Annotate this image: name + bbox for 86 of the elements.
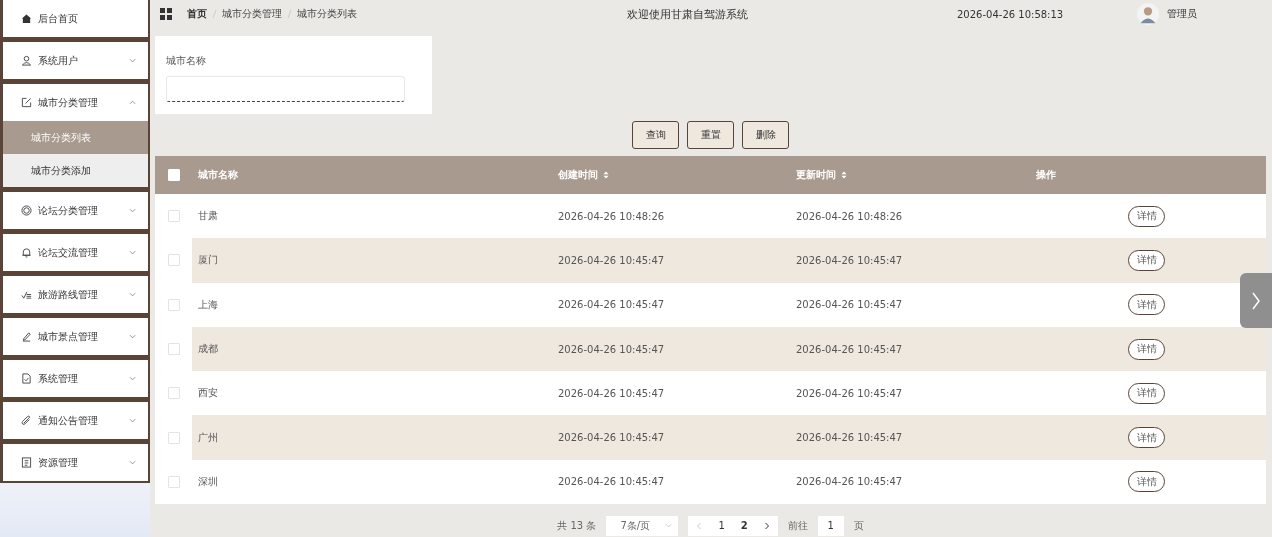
table-cell: 2026-04-26 10:45:47 — [558, 387, 665, 399]
table-cell: 上海 — [198, 297, 218, 312]
menu-item[interactable]: 旅游路线管理 — [3, 276, 148, 313]
row-checkbox[interactable] — [167, 210, 180, 223]
chevron-right-icon — [1251, 290, 1261, 311]
page-number[interactable]: 2 — [740, 520, 748, 531]
breadcrumb-item[interactable]: 首页 — [187, 7, 207, 22]
table-cell: 2026-04-26 10:45:47 — [796, 343, 903, 355]
table-cell: 成都 — [198, 342, 218, 356]
datetime: 2026-04-26 10:58:13 — [957, 8, 1065, 20]
table-cell: 2026-04-26 10:48:26 — [796, 210, 903, 222]
breadcrumb-item: 城市分类列表 — [297, 7, 357, 22]
query-button[interactable]: 查询 — [632, 120, 679, 149]
bell-icon — [21, 247, 32, 258]
next-page-icon[interactable] — [763, 521, 770, 530]
prev-page-icon[interactable] — [696, 521, 703, 530]
table-cell: 广州 — [198, 430, 218, 445]
menu-item[interactable]: 后台首页 — [3, 0, 148, 37]
row-checkbox[interactable] — [167, 298, 180, 311]
table-cell: 2026-04-26 10:45:47 — [558, 476, 665, 488]
details-button[interactable]: 详情 — [1128, 205, 1165, 227]
details-button[interactable]: 详情 — [1128, 471, 1165, 493]
edit-icon — [21, 97, 32, 108]
table-cell: 2026-04-26 10:45:47 — [558, 432, 665, 444]
table-cell: 西安 — [198, 386, 218, 401]
row-checkbox[interactable] — [167, 387, 180, 400]
table-cell: 2026-04-26 10:45:47 — [796, 299, 903, 311]
row-checkbox[interactable] — [167, 431, 180, 444]
side-drawer-tab[interactable] — [1240, 273, 1272, 328]
total-count: 共 13 条 — [557, 518, 597, 533]
home-icon — [21, 13, 32, 24]
reset-button[interactable]: 重置 — [687, 120, 734, 149]
doc-icon — [21, 373, 32, 384]
field-label: 城市名称 — [166, 53, 207, 68]
table-cell: 2026-04-26 10:48:26 — [558, 210, 665, 222]
table-cell: 2026-04-26 10:45:47 — [558, 254, 665, 266]
route-icon — [21, 289, 32, 300]
goto-page-field[interactable]: 1 — [817, 515, 844, 536]
breadcrumb-item[interactable]: 城市分类管理 — [222, 7, 282, 22]
list-icon — [21, 457, 32, 468]
page-unit: 页 — [853, 518, 864, 533]
column-header: 操作 — [1036, 167, 1057, 182]
details-button[interactable]: 详情 — [1128, 382, 1165, 404]
row-checkbox[interactable] — [167, 343, 180, 355]
delete-button[interactable]: 删除 — [742, 120, 789, 149]
menu-item[interactable]: 资源管理 — [3, 444, 148, 481]
menu-item[interactable]: 城市分类管理 — [3, 84, 148, 121]
table-cell: 2026-04-26 10:45:47 — [796, 254, 903, 266]
menu-item[interactable]: 论坛分类管理 — [3, 192, 148, 229]
details-button[interactable]: 详情 — [1128, 338, 1165, 360]
table-cell: 2026-04-26 10:45:47 — [558, 299, 665, 311]
details-button[interactable]: 详情 — [1128, 294, 1165, 316]
menu-item[interactable]: 通知公告管理 — [3, 402, 148, 439]
clip-icon — [21, 415, 32, 426]
table-cell: 2026-04-26 10:45:47 — [796, 432, 903, 444]
circle-icon — [21, 205, 32, 216]
menu-icon[interactable] — [160, 8, 172, 21]
page-size-select[interactable]: 7条/页 — [606, 515, 679, 536]
pen-icon — [21, 331, 32, 342]
menu-item[interactable]: 论坛交流管理 — [3, 234, 148, 271]
user-icon — [21, 55, 32, 66]
system-title: 欢迎使用甘肃自驾游系统 — [627, 6, 749, 22]
table-cell: 厦门 — [198, 253, 218, 268]
details-button[interactable]: 详情 — [1128, 249, 1165, 271]
menu-item[interactable]: 系统管理 — [3, 360, 148, 397]
table-cell: 2026-04-26 10:45:47 — [558, 343, 665, 355]
submenu-item[interactable]: 城市分类添加 — [3, 154, 148, 187]
table-cell: 深圳 — [198, 474, 218, 489]
sort-icon[interactable] — [603, 170, 609, 179]
select-all-checkbox[interactable] — [167, 168, 180, 181]
menu-item[interactable]: 系统用户 — [3, 42, 148, 79]
table-cell: 2026-04-26 10:45:47 — [796, 476, 903, 488]
user-name[interactable]: 管理员 — [1167, 7, 1197, 22]
column-header: 城市名称 — [197, 167, 239, 182]
page-number[interactable]: 1 — [718, 520, 725, 531]
avatar-icon[interactable] — [1137, 3, 1159, 26]
menu-item[interactable]: 城市景点管理 — [3, 318, 148, 355]
caret-icon — [665, 523, 673, 528]
sort-icon[interactable] — [841, 170, 847, 179]
details-button[interactable]: 详情 — [1128, 427, 1165, 449]
table-cell: 2026-04-26 10:45:47 — [796, 387, 903, 399]
city-name-field[interactable] — [166, 75, 405, 102]
table-cell: 甘肃 — [198, 209, 218, 224]
goto-label: 前往 — [787, 518, 808, 533]
row-checkbox[interactable] — [167, 254, 180, 267]
row-checkbox[interactable] — [167, 475, 180, 488]
